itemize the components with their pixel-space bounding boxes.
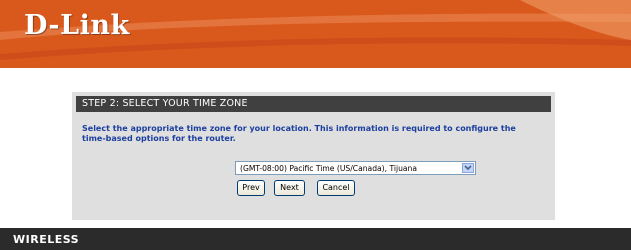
panel-header: STEP 2: SELECT YOUR TIME ZONE [76, 96, 551, 112]
chevron-down-icon [464, 165, 472, 171]
wizard-panel: STEP 2: SELECT YOUR TIME ZONE Select the… [72, 92, 555, 220]
dlink-logo: D-Link [24, 10, 130, 41]
cancel-button[interactable]: Cancel [317, 180, 355, 196]
step-title: STEP 2: SELECT YOUR TIME ZONE [82, 98, 248, 109]
prev-button[interactable]: Prev [237, 180, 265, 196]
panel-body: Select the appropriate time zone for you… [76, 114, 551, 216]
main-content: STEP 2: SELECT YOUR TIME ZONE Select the… [18, 68, 611, 228]
timezone-select[interactable]: (GMT-08:00) Pacific Time (US/Canada), Ti… [235, 161, 476, 175]
footer-wireless-label: WIRELESS [13, 233, 80, 246]
footer-bar: WIRELESS [0, 228, 631, 250]
dropdown-button[interactable] [462, 163, 474, 173]
timezone-selected-value: (GMT-08:00) Pacific Time (US/Canada), Ti… [240, 164, 418, 173]
header-banner: D-Link [0, 0, 631, 68]
next-button[interactable]: Next [274, 180, 305, 196]
step-description: Select the appropriate time zone for you… [82, 124, 516, 143]
